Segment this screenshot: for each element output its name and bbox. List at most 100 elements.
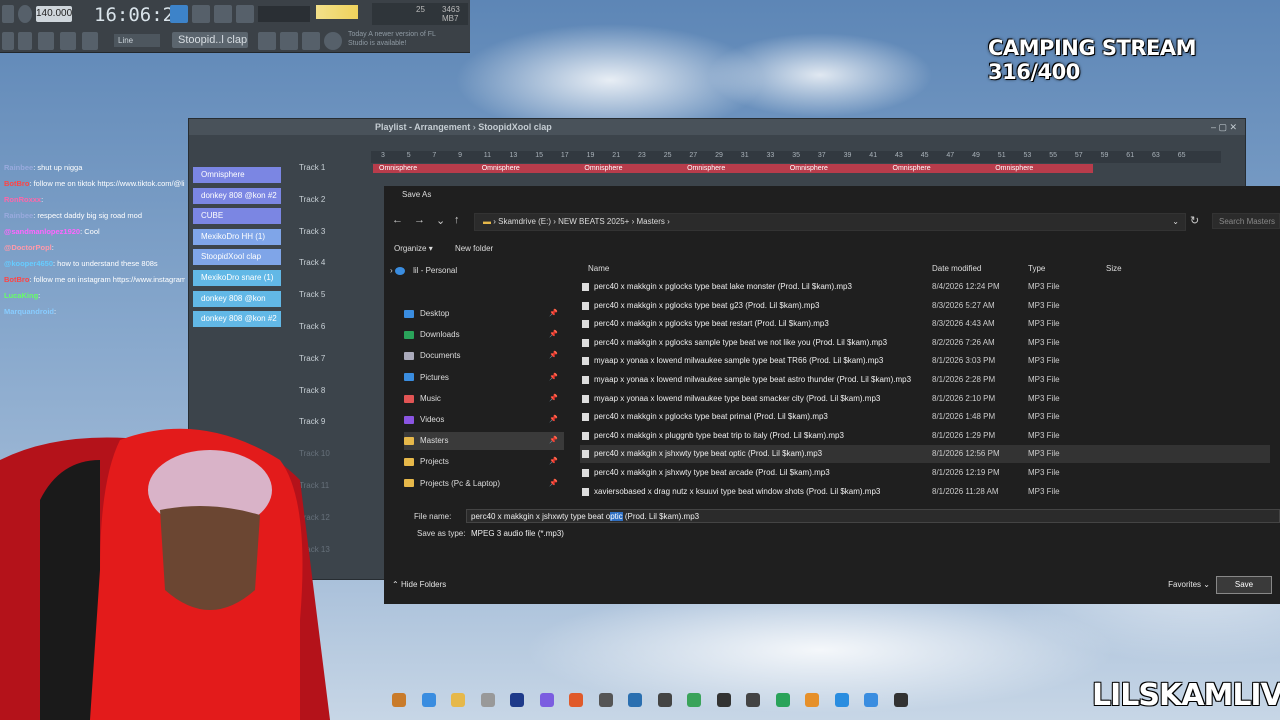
sidebar-root[interactable]: › lil - Personal (390, 262, 550, 280)
track-label[interactable]: Track 7 (299, 354, 325, 363)
search-input[interactable]: Search Masters (1212, 213, 1280, 229)
track-label[interactable]: Track 3 (299, 227, 325, 236)
channel-button[interactable]: donkey 808 @kon #2 (193, 311, 281, 328)
file-row[interactable]: perc40 x makkgin x pglocks type beat res… (580, 315, 1270, 333)
chat-username[interactable]: Marquandroid (4, 307, 54, 316)
menu-icon[interactable] (2, 5, 14, 23)
tool-icon[interactable] (60, 32, 76, 50)
new-folder-button[interactable]: New folder (455, 244, 493, 253)
taskbar-app-icon[interactable] (510, 693, 524, 707)
track-label[interactable]: Track 6 (299, 322, 325, 331)
file-row[interactable]: myaap x yonaa x lowend milwaukee sample … (580, 352, 1270, 370)
taskbar-app-icon[interactable] (628, 693, 642, 707)
sidebar-item[interactable]: Desktop 📌 (404, 305, 564, 323)
taskbar-app-icon[interactable] (805, 693, 819, 707)
sidebar-item[interactable]: Pictures 📌 (404, 369, 564, 387)
taskbar-app-icon[interactable] (569, 693, 583, 707)
channel-rack-icon[interactable] (214, 5, 232, 23)
file-row[interactable]: perc40 x makkgin x pglocks type beat pri… (580, 408, 1270, 426)
channel-button[interactable]: MexikoDro HH (1) (193, 228, 281, 245)
snap-select[interactable]: Line (114, 34, 160, 47)
record-icon[interactable] (18, 5, 32, 23)
tool-icon[interactable] (280, 32, 298, 50)
taskbar-app-icon[interactable] (687, 693, 701, 707)
tool-icon[interactable] (258, 32, 276, 50)
chat-username[interactable]: @sandmanlopez1920 (4, 227, 80, 236)
taskbar-app-icon[interactable] (598, 693, 613, 707)
sidebar-item[interactable]: Projects 📌 (404, 453, 564, 471)
chat-username[interactable]: Rainbee (4, 211, 33, 220)
taskbar-app-icon[interactable] (421, 693, 436, 707)
taskbar-app-icon[interactable] (775, 693, 790, 707)
chevron-down-icon[interactable]: ⌄ (436, 214, 445, 227)
sidebar-item[interactable]: Documents 📌 (404, 347, 564, 365)
news-ticker[interactable]: Today A newer version of FL Studio is av… (348, 30, 442, 50)
organize-button[interactable]: Organize ▾ (394, 244, 433, 253)
column-name[interactable]: Name (588, 264, 609, 273)
audio-clip[interactable]: Omnisphere (373, 164, 477, 173)
file-row[interactable]: perc40 x makkgin x pglocks type beat g23… (580, 297, 1270, 315)
chat-username[interactable]: @kooper4650 (4, 259, 53, 268)
audio-clip[interactable]: Omnisphere (783, 164, 888, 173)
taskbar-app-icon[interactable] (893, 693, 908, 707)
tool-icon[interactable] (38, 32, 54, 50)
chat-username[interactable]: BotBro (4, 179, 29, 188)
chevron-down-icon[interactable]: ⌄ (1172, 214, 1179, 230)
channel-button[interactable]: donkey 808 @kon #2 (193, 187, 281, 204)
channel-button[interactable]: StoopidXool clap (193, 249, 281, 266)
chat-username[interactable]: LucaKing (4, 291, 38, 300)
taskbar-app-icon[interactable] (834, 693, 849, 707)
sidebar-item[interactable]: Music 📌 (404, 390, 564, 408)
column-type[interactable]: Type (1028, 264, 1045, 273)
track-label[interactable]: Track 4 (299, 258, 325, 267)
window-controls[interactable]: – ▢ ✕ (1211, 119, 1237, 135)
file-row[interactable]: perc40 x makkgin x pglocks type beat lak… (580, 278, 1270, 296)
audio-clip[interactable]: Omnisphere (578, 164, 683, 173)
refresh-icon[interactable]: ↻ (1190, 214, 1199, 227)
file-row[interactable]: myaap x yonaa x lowend milwaukee type be… (580, 390, 1270, 408)
mic-icon[interactable] (82, 32, 98, 50)
chat-username[interactable]: RonRoxxx (4, 195, 41, 204)
column-date[interactable]: Date modified (932, 264, 981, 273)
track-label[interactable]: Track 1 (299, 163, 325, 172)
tool-icon[interactable] (18, 32, 32, 50)
channel-button[interactable]: donkey 808 @kon (193, 290, 281, 307)
chat-username[interactable]: @DoctorPopl (4, 243, 52, 252)
timeline-ruler[interactable]: 3 5 7 9 11 13 15 17 19 21 23 25 27 29 31 33 35 37 39 41 43 45… (371, 151, 1221, 163)
track-label[interactable]: Track 5 (299, 290, 325, 299)
audio-clip[interactable]: Omnisphere (681, 164, 786, 173)
sidebar-item[interactable]: Downloads 📌 (404, 326, 564, 344)
address-bar[interactable]: ▬ › Skamdrive (E:) › NEW BEATS 2025+ › M… (474, 213, 1186, 231)
channel-button[interactable]: CUBE (193, 208, 281, 225)
taskbar-app-icon[interactable] (657, 693, 672, 707)
column-size[interactable]: Size (1106, 264, 1122, 273)
up-icon[interactable]: ↑ (454, 214, 460, 226)
piano-roll-icon[interactable] (192, 5, 210, 23)
audio-clip[interactable]: Omnisphere (989, 164, 1094, 173)
channel-button[interactable]: Omnisphere (193, 167, 281, 183)
tool-icon[interactable] (302, 32, 320, 50)
save-type-select[interactable]: MPEG 3 audio file (*.mp3) (466, 526, 1280, 540)
mixer-icon[interactable] (236, 5, 254, 23)
taskbar-app-icon[interactable] (716, 693, 731, 707)
sidebar-item[interactable]: Masters 📌 (404, 432, 564, 451)
sidebar-item[interactable]: Projects (Pc & Laptop) 📌 (404, 475, 564, 493)
channel-button[interactable]: MexikoDro snare (1) (193, 270, 281, 286)
tool-icon[interactable] (2, 32, 14, 50)
file-row[interactable]: perc40 x makkgin x jshxwty type beat arc… (580, 464, 1270, 482)
track-label[interactable]: Track 2 (299, 195, 325, 204)
online-icon[interactable] (324, 32, 342, 50)
forward-icon[interactable]: → (414, 214, 425, 226)
taskbar-app-icon[interactable] (451, 693, 465, 707)
file-row[interactable]: perc40 x makkgin x pglocks sample type b… (580, 334, 1270, 352)
save-button[interactable]: Save (1216, 576, 1272, 594)
file-row[interactable]: perc40 x makkgin x pluggnb type beat tri… (580, 427, 1270, 445)
sidebar-item[interactable]: Videos 📌 (404, 411, 564, 429)
audio-clip[interactable]: Omnisphere (886, 164, 991, 173)
taskbar-app-icon[interactable] (480, 693, 495, 707)
chat-username[interactable]: BotBro (4, 275, 29, 284)
taskbar-app-icon[interactable] (864, 693, 878, 707)
taskbar-app-icon[interactable] (539, 693, 554, 707)
file-row[interactable]: perc40 x makkgin x jshxwty type beat opt… (580, 445, 1270, 464)
back-icon[interactable]: ← (392, 214, 403, 226)
